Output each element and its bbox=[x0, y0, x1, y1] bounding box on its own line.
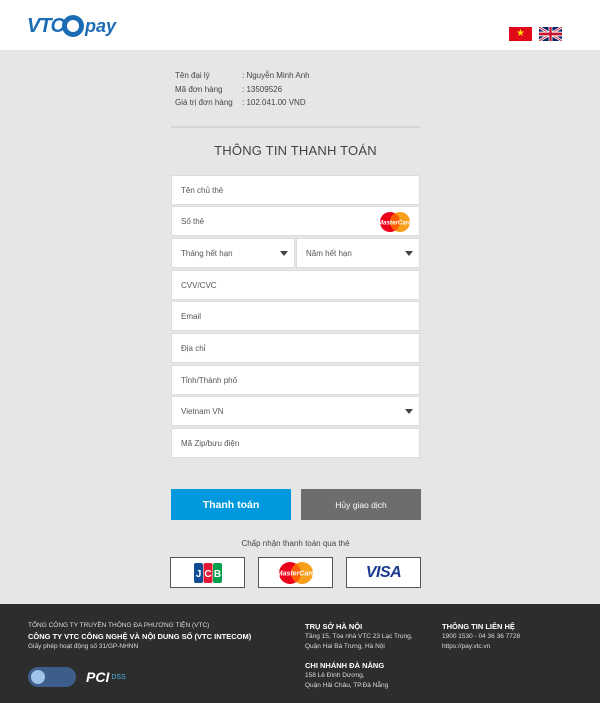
branch-address-line-1: 158 Lê Đình Dương, bbox=[305, 672, 365, 679]
zip-field[interactable]: Mã Zip/bưu điện bbox=[171, 428, 420, 458]
footer-contact-column: THÔNG TIN LIÊN HỆ 1900 1530 - 04 36 36 7… bbox=[442, 621, 520, 652]
cancel-transaction-button[interactable]: Hủy giao dịch bbox=[301, 489, 421, 520]
header-bar: VTC pay ★ bbox=[0, 0, 600, 50]
city-placeholder: Tỉnh/Thành phố bbox=[181, 375, 238, 385]
order-number-value: : 13509526 bbox=[242, 84, 283, 94]
expiry-year-placeholder: Năm hết hạn bbox=[306, 248, 352, 258]
card-number-field[interactable]: Số thẻ MasterCard bbox=[171, 206, 420, 236]
country-value: Vietnam VN bbox=[181, 406, 224, 416]
pci-dss-text: DSS bbox=[111, 673, 126, 681]
logo-pay-text: pay bbox=[85, 15, 117, 36]
svg-text:MasterCard: MasterCard bbox=[378, 220, 412, 227]
order-info-row: Mã đơn hàng : 13509526 bbox=[175, 83, 310, 97]
order-info-row: Giá trị đơn hàng : 102.041.00 VND bbox=[175, 96, 310, 110]
chevron-down-icon bbox=[280, 251, 288, 256]
logo-vtc-text: VTC bbox=[27, 14, 65, 37]
accepted-cards-label: Chấp nhận thanh toán qua thẻ bbox=[241, 539, 350, 548]
footer-offices-column: TRỤ SỞ HÀ NỘI Tầng 15, Tòa nhà VTC 23 Lạ… bbox=[305, 621, 413, 691]
address-field[interactable]: Địa chỉ bbox=[171, 333, 420, 363]
jcb-icon: J C B bbox=[193, 562, 222, 583]
order-amount-label: Giá trị đơn hàng bbox=[175, 98, 233, 108]
contact-phone: 1900 1530 - 04 36 36 7728 bbox=[442, 633, 521, 641]
hq-address-line-2: Quận Hai Bà Trưng, Hà Nội bbox=[305, 643, 385, 650]
zip-placeholder: Mã Zip/bưu điện bbox=[181, 438, 240, 448]
payment-form-title: THÔNG TIN THANH TOÁN bbox=[214, 143, 377, 158]
company-line-1: TỔNG CÔNG TY TRUYỀN THÔNG ĐA PHƯƠNG TIỆN… bbox=[28, 622, 210, 629]
expiry-year-select[interactable]: Năm hết hạn bbox=[296, 238, 420, 268]
footer: TỔNG CÔNG TY TRUYỀN THÔNG ĐA PHƯƠNG TIỆN… bbox=[0, 604, 600, 703]
svg-text:C: C bbox=[204, 569, 211, 580]
pci-logo-text: PCI bbox=[86, 669, 110, 685]
seal-dot-icon bbox=[31, 670, 45, 684]
order-info: Tên đại lý : Nguyễn Minh Anh Mã đơn hàng… bbox=[175, 69, 310, 110]
security-badges: PCI DSS bbox=[28, 667, 142, 687]
company-line-2: CÔNG TY VTC CÔNG NGHỆ VÀ NỘI DUNG SỐ (VT… bbox=[28, 631, 252, 641]
svg-text:B: B bbox=[213, 569, 220, 580]
license-text: Giấy phép hoạt động số 31/GP-NHNN bbox=[28, 643, 139, 650]
svg-text:J: J bbox=[195, 569, 201, 580]
hq-title: TRỤ SỞ HÀ NỘI bbox=[305, 622, 363, 631]
city-field[interactable]: Tỉnh/Thành phố bbox=[171, 365, 420, 395]
hq-address-line-1: Tầng 15, Tòa nhà VTC 23 Lạc Trung, bbox=[305, 633, 413, 641]
security-seal-icon[interactable] bbox=[28, 667, 76, 687]
cvv-field[interactable]: CVV/CVC bbox=[171, 270, 420, 300]
mastercard-card-logo: MasterCard bbox=[258, 557, 333, 588]
branch-address-line-2: Quận Hải Châu, TP.Đà Nẵng bbox=[305, 681, 389, 689]
chevron-down-icon bbox=[405, 251, 413, 256]
cvv-placeholder: CVV/CVC bbox=[181, 280, 217, 290]
order-amount-value: : 102.041.00 VND bbox=[242, 98, 306, 108]
email-field[interactable]: Email bbox=[171, 301, 420, 331]
uk-flag-icon[interactable] bbox=[539, 27, 562, 41]
visa-logo-text: VISA bbox=[365, 563, 402, 581]
cardholder-name-field[interactable]: Tên chủ thẻ bbox=[171, 175, 420, 205]
svg-text:MasterCard: MasterCard bbox=[276, 570, 315, 577]
chevron-down-icon bbox=[405, 409, 413, 414]
vtcpay-logo[interactable]: VTC pay bbox=[27, 12, 116, 40]
section-divider bbox=[171, 126, 420, 128]
email-placeholder: Email bbox=[181, 311, 202, 321]
cardholder-name-placeholder: Tên chủ thẻ bbox=[181, 185, 224, 195]
visa-card-logo: VISA bbox=[346, 557, 421, 588]
agent-value: : Nguyễn Minh Anh bbox=[242, 71, 310, 81]
jcb-card-logo: J C B bbox=[170, 557, 245, 588]
pay-button[interactable]: Thanh toán bbox=[171, 489, 291, 520]
order-info-row: Tên đại lý : Nguyễn Minh Anh bbox=[175, 69, 310, 83]
agent-label: Tên đại lý bbox=[175, 71, 210, 81]
country-select[interactable]: Vietnam VN bbox=[171, 396, 420, 426]
pci-dss-badge[interactable]: PCI DSS bbox=[86, 667, 142, 687]
card-number-placeholder: Số thẻ bbox=[181, 216, 205, 226]
footer-company-column: TỔNG CÔNG TY TRUYỀN THÔNG ĐA PHƯƠNG TIỆN… bbox=[28, 621, 251, 652]
address-placeholder: Địa chỉ bbox=[181, 343, 206, 353]
expiry-month-select[interactable]: Tháng hết hạn bbox=[171, 238, 295, 268]
branch-title: CHI NHÁNH ĐÀ NẴNG bbox=[305, 660, 385, 670]
mastercard-icon: MasterCard bbox=[378, 212, 412, 232]
logo-circle-icon bbox=[62, 15, 84, 37]
contact-url-link[interactable]: https://pay.vtc.vn bbox=[442, 642, 520, 652]
order-number-label: Mã đơn hàng bbox=[175, 84, 223, 94]
mastercard-icon: MasterCard bbox=[276, 561, 315, 584]
vietnam-flag-icon[interactable]: ★ bbox=[509, 27, 532, 41]
contact-title: THÔNG TIN LIÊN HỆ bbox=[442, 622, 515, 631]
expiry-month-placeholder: Tháng hết hạn bbox=[181, 248, 233, 258]
